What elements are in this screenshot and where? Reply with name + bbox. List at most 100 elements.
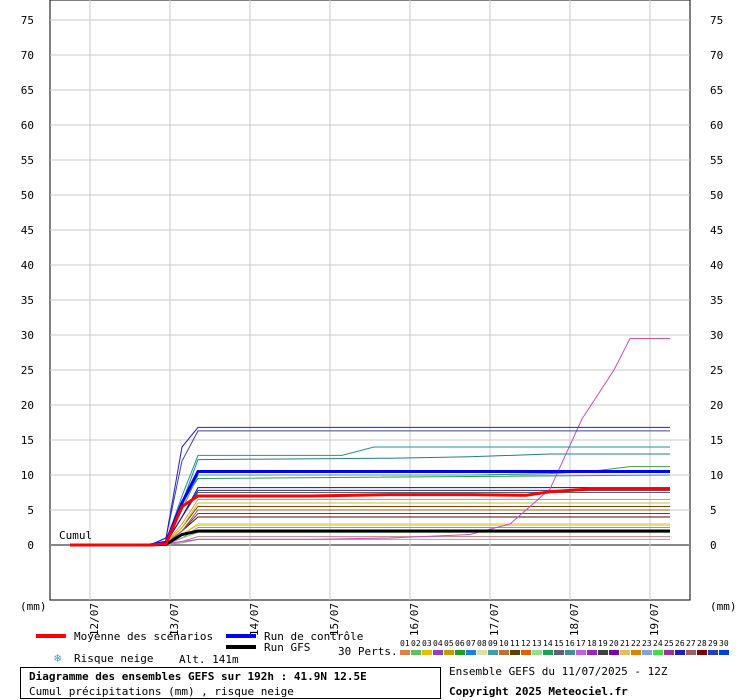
pert-swatch bbox=[719, 650, 729, 655]
pert-swatch bbox=[510, 650, 520, 655]
pert-swatch bbox=[598, 650, 608, 655]
y-tick-right: 15 bbox=[710, 434, 723, 447]
pert-number: 19 bbox=[598, 639, 608, 648]
pert-number: 18 bbox=[587, 639, 597, 648]
y-tick-right: 55 bbox=[710, 154, 723, 167]
y-tick-left: 40 bbox=[21, 259, 34, 272]
x-tick-label: 16/07 bbox=[408, 603, 421, 636]
pert-swatch bbox=[411, 650, 421, 655]
pert-number: 25 bbox=[664, 639, 674, 648]
y-tick-right: 20 bbox=[710, 399, 723, 412]
altitude-label: Alt. 141m bbox=[179, 653, 239, 666]
x-tick-label: 18/07 bbox=[568, 603, 581, 636]
pert-swatch bbox=[466, 650, 476, 655]
perts-label: 30 Perts. bbox=[338, 645, 398, 658]
pert-number: 24 bbox=[653, 639, 663, 648]
pert-swatch bbox=[697, 650, 707, 655]
y-tick-left: 15 bbox=[21, 434, 34, 447]
pert-swatch bbox=[565, 650, 575, 655]
y-tick-left: 75 bbox=[21, 14, 34, 27]
y-tick-left: 5 bbox=[27, 504, 34, 517]
pert-number: 01 bbox=[400, 639, 410, 648]
pert-number: 07 bbox=[466, 639, 476, 648]
pert-number: 02 bbox=[411, 639, 421, 648]
snow-legend-label: Risque neige bbox=[74, 652, 154, 665]
pert-number: 12 bbox=[521, 639, 531, 648]
pert-swatch bbox=[521, 650, 531, 655]
y-tick-left: 20 bbox=[21, 399, 34, 412]
gfs-swatch bbox=[226, 645, 256, 649]
pert-swatch bbox=[499, 650, 509, 655]
pert-number: 30 bbox=[719, 639, 729, 648]
pert-number: 20 bbox=[609, 639, 619, 648]
y-tick-left: 25 bbox=[21, 364, 34, 377]
pert-swatch bbox=[543, 650, 553, 655]
pert-swatch bbox=[554, 650, 564, 655]
pert-number: 26 bbox=[675, 639, 685, 648]
y-unit-right: (mm) bbox=[710, 600, 737, 613]
y-tick-right: 50 bbox=[710, 189, 723, 202]
pert-number: 29 bbox=[708, 639, 718, 648]
pert-swatch bbox=[675, 650, 685, 655]
y-tick-right: 40 bbox=[710, 259, 723, 272]
y-tick-left: 55 bbox=[21, 154, 34, 167]
x-tick-label: 19/07 bbox=[648, 603, 661, 636]
x-tick-label: 14/07 bbox=[248, 603, 261, 636]
x-tick-label: 17/07 bbox=[488, 603, 501, 636]
y-tick-right: 70 bbox=[710, 49, 723, 62]
y-tick-left: 0 bbox=[27, 539, 34, 552]
pert-swatch bbox=[653, 650, 663, 655]
pert-swatch bbox=[488, 650, 498, 655]
cumul-label: Cumul bbox=[59, 529, 93, 542]
pert-number: 15 bbox=[554, 639, 564, 648]
pert-swatch bbox=[708, 650, 718, 655]
pert-number: 10 bbox=[499, 639, 509, 648]
mean-swatch bbox=[36, 634, 66, 638]
pert-swatch bbox=[400, 650, 410, 655]
info-box: Diagramme des ensembles GEFS sur 192h : … bbox=[20, 667, 441, 699]
pert-swatch bbox=[532, 650, 542, 655]
y-tick-left: 50 bbox=[21, 189, 34, 202]
y-tick-left: 45 bbox=[21, 224, 34, 237]
pert-number: 13 bbox=[532, 639, 542, 648]
diagram-title: Diagramme des ensembles GEFS sur 192h : … bbox=[29, 670, 367, 683]
ensemble-chart: 0 05 510 1015 1520 2025 2530 3035 3540 4045 4550 50… bbox=[21, 0, 723, 636]
pert-number: 09 bbox=[488, 639, 498, 648]
y-tick-right: 35 bbox=[710, 294, 723, 307]
control-swatch bbox=[226, 634, 256, 638]
y-tick-right: 0 bbox=[710, 539, 717, 552]
pert-swatch bbox=[422, 650, 432, 655]
y-tick-left: 30 bbox=[21, 329, 34, 342]
pert-number: 08 bbox=[477, 639, 487, 648]
pert-number: 06 bbox=[455, 639, 465, 648]
gfs-legend-label: Run GFS bbox=[264, 641, 311, 654]
y-tick-left: 60 bbox=[21, 119, 34, 132]
run-info: Ensemble GEFS du 11/07/2025 - 12Z bbox=[449, 665, 668, 678]
snowflake-icon: ❄ bbox=[54, 651, 62, 665]
pert-number: 11 bbox=[510, 639, 520, 648]
y-tick-right: 65 bbox=[710, 84, 723, 97]
y-tick-right: 45 bbox=[710, 224, 723, 237]
pert-number: 22 bbox=[631, 639, 641, 648]
pert-swatch bbox=[642, 650, 652, 655]
pert-swatch bbox=[455, 650, 465, 655]
pert-number: 23 bbox=[642, 639, 652, 648]
pert-number: 03 bbox=[422, 639, 432, 648]
pert-number: 17 bbox=[576, 639, 586, 648]
pert-swatch bbox=[576, 650, 586, 655]
y-tick-left: 10 bbox=[21, 469, 34, 482]
pert-swatch bbox=[587, 650, 597, 655]
y-tick-right: 75 bbox=[710, 14, 723, 27]
pert-swatch bbox=[686, 650, 696, 655]
y-unit-left: (mm) bbox=[20, 600, 47, 613]
copyright: Copyright 2025 Meteociel.fr bbox=[449, 685, 628, 698]
pert-number: 16 bbox=[565, 639, 575, 648]
pert-number: 21 bbox=[620, 639, 630, 648]
pert-number: 04 bbox=[433, 639, 443, 648]
y-tick-right: 60 bbox=[710, 119, 723, 132]
y-tick-left: 65 bbox=[21, 84, 34, 97]
pert-number: 28 bbox=[697, 639, 707, 648]
pert-swatch bbox=[477, 650, 487, 655]
pert-number: 05 bbox=[444, 639, 454, 648]
y-tick-left: 35 bbox=[21, 294, 34, 307]
